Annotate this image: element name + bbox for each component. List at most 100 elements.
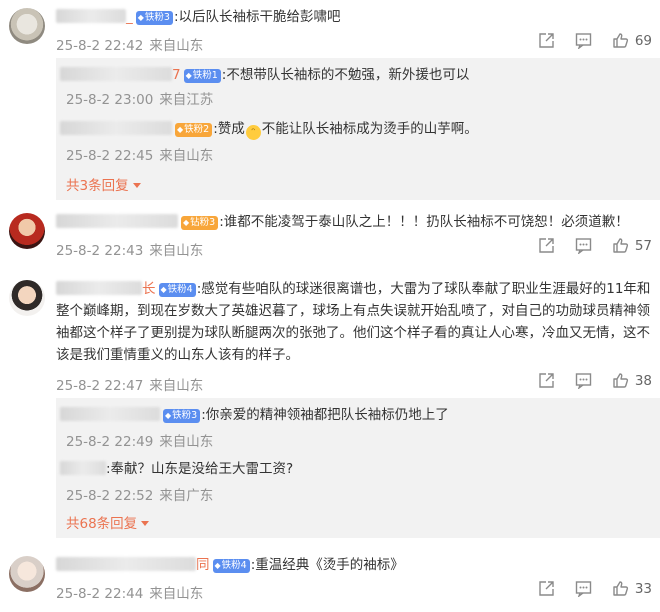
- comment-actions: 33: [518, 580, 652, 597]
- comment-button[interactable]: [575, 32, 592, 49]
- like-button[interactable]: 57: [612, 237, 652, 254]
- timestamp: 25-8-2 22:49: [66, 434, 154, 450]
- reply-meta: 25-8-2 23:00 来自江苏: [66, 88, 213, 108]
- avatar[interactable]: [9, 8, 45, 44]
- avatar[interactable]: [9, 556, 45, 592]
- fan-badge[interactable]: ◆铁粉2: [175, 123, 213, 137]
- username-redacted[interactable]: [56, 9, 126, 23]
- comment-header: ◆钻粉3:谁都不能凌驾于泰山队之上！！！扔队长袖标不可饶恕！必须道歉！: [56, 211, 629, 233]
- comment-item: ◆钻粉3:谁都不能凌驾于泰山队之上！！！扔队长袖标不可饶恕！必须道歉！ 25-8…: [0, 205, 660, 267]
- gem-icon: ◆: [183, 218, 190, 227]
- share-icon: [539, 238, 554, 253]
- comment-actions: 57: [518, 237, 652, 254]
- comment-header: _ ◆铁粉3:以后队长袖标干脆给彭啸吧: [56, 6, 341, 28]
- comment-button[interactable]: [575, 372, 592, 389]
- username-redacted[interactable]: [56, 214, 178, 228]
- reply-header: ◆铁粉3:你亲爱的精神领袖都把队长袖标仍地上了: [60, 404, 449, 426]
- chevron-down-icon: [132, 183, 141, 188]
- timestamp: 25-8-2 22:52: [66, 488, 154, 504]
- username-redacted[interactable]: [60, 407, 160, 421]
- reply-list: 7 ◆铁粉1:不想带队长袖标的不勉强，新外援也可以 25-8-2 23:00 来自江…: [56, 58, 660, 200]
- comment-button[interactable]: [575, 580, 592, 597]
- reply-header: ◆铁粉2:赞成 ᵔ 不能让队长袖标成为烫手的山芋啊。: [60, 118, 478, 140]
- username-redacted[interactable]: [60, 461, 106, 475]
- fan-badge[interactable]: ◆铁粉3: [163, 409, 201, 423]
- gem-icon: ◆: [214, 561, 221, 570]
- reply-meta: 25-8-2 22:52 来自广东: [66, 484, 213, 504]
- username-redacted[interactable]: [60, 121, 172, 135]
- reply-text: :奉献？山东是没给王大雷工资?: [106, 461, 294, 477]
- fan-badge[interactable]: ◆钻粉3: [181, 216, 219, 230]
- username-tail[interactable]: _: [126, 9, 133, 25]
- reply-meta: 25-8-2 22:49 来自山东: [66, 430, 213, 450]
- comment-icon: [575, 33, 592, 49]
- like-button[interactable]: 38: [612, 372, 652, 389]
- thumbs-up-icon: [613, 33, 628, 48]
- comment-text: :谁都不能凌驾于泰山队之上！！！扔队长袖标不可饶恕！必须道歉！: [219, 214, 629, 230]
- location: 来自山东: [159, 434, 214, 450]
- username-redacted[interactable]: [60, 67, 172, 81]
- fan-badge[interactable]: ◆铁粉3: [135, 11, 173, 25]
- comment-text: :以后队长袖标干脆给彭啸吧: [173, 9, 341, 25]
- like-count: 57: [634, 237, 652, 254]
- fan-badge[interactable]: ◆铁粉1: [183, 69, 221, 83]
- location: 来自山东: [149, 378, 204, 394]
- like-count: 33: [634, 580, 652, 597]
- location: 来自广东: [159, 488, 214, 504]
- timestamp: 25-8-2 22:47: [56, 378, 144, 394]
- reply-text-part: 不能让队长袖标成为烫手的山芋啊。: [261, 121, 478, 137]
- reply-list: ◆铁粉3:你亲爱的精神领袖都把队长袖标仍地上了 25-8-2 22:49 来自山东…: [56, 398, 660, 538]
- location: 来自山东: [149, 586, 204, 602]
- share-button[interactable]: [538, 32, 555, 49]
- username-redacted[interactable]: [56, 281, 142, 295]
- share-button[interactable]: [538, 372, 555, 389]
- share-button[interactable]: [538, 580, 555, 597]
- view-more-replies[interactable]: 共3条回复: [66, 174, 141, 194]
- like-button[interactable]: 33: [612, 580, 652, 597]
- fan-badge[interactable]: ◆铁粉4: [158, 283, 196, 297]
- comment-meta: 25-8-2 22:47 来自山东: [56, 374, 203, 394]
- comment-meta: 25-8-2 22:44 来自山东: [56, 582, 203, 602]
- comment-icon: [575, 238, 592, 254]
- comment-header: 同 ◆铁粉4:重温经典《烫手的袖标》: [56, 554, 404, 576]
- view-more-replies[interactable]: 共68条回复: [66, 512, 150, 532]
- username-tail[interactable]: 同: [196, 557, 210, 573]
- comment-text: :重温经典《烫手的袖标》: [250, 557, 404, 573]
- reply-text: :你亲爱的精神领袖都把队长袖标仍地上了: [201, 407, 449, 423]
- like-count: 69: [634, 32, 652, 49]
- comment-item: _ ◆铁粉3:以后队长袖标干脆给彭啸吧 25-8-2 22:42 来自山东 69 7…: [0, 0, 660, 205]
- username-redacted[interactable]: [56, 557, 196, 571]
- reply-text: :不想带队长袖标的不勉强，新外援也可以: [221, 67, 470, 83]
- location: 来自山东: [159, 148, 214, 164]
- thumbs-up-icon: [613, 581, 628, 596]
- comment-icon: [575, 373, 592, 389]
- username-tail[interactable]: 长: [142, 281, 156, 297]
- avatar[interactable]: [9, 213, 45, 249]
- like-count: 38: [634, 372, 652, 389]
- comment-button[interactable]: [575, 237, 592, 254]
- comment-meta: 25-8-2 22:43 来自山东: [56, 239, 203, 259]
- comment-body: 长 ◆铁粉4:感觉有些咱队的球迷很离谱也，大雷为了球队奉献了职业生涯最好的11年和…: [56, 278, 654, 366]
- timestamp: 25-8-2 23:00: [66, 92, 154, 108]
- share-icon: [539, 373, 554, 388]
- gem-icon: ◆: [137, 13, 144, 22]
- comment-text: :感觉有些咱队的球迷很离谱也，大雷为了球队奉献了职业生涯最好的11年和: [196, 281, 651, 297]
- reply-meta: 25-8-2 22:45 来自山东: [66, 144, 213, 164]
- comment-icon: [575, 581, 592, 597]
- comment-item: 长 ◆铁粉4:感觉有些咱队的球迷很离谱也，大雷为了球队奉献了职业生涯最好的11年和…: [0, 272, 660, 542]
- reply-header: :奉献？山东是没给王大雷工资?: [60, 458, 293, 480]
- like-button[interactable]: 69: [612, 32, 652, 49]
- location: 来自山东: [149, 243, 204, 259]
- fan-badge[interactable]: ◆铁粉4: [212, 559, 250, 573]
- timestamp: 25-8-2 22:44: [56, 586, 144, 602]
- share-button[interactable]: [538, 237, 555, 254]
- comment-meta: 25-8-2 22:42 来自山东: [56, 34, 203, 54]
- share-icon: [539, 581, 554, 596]
- avatar[interactable]: [9, 280, 45, 316]
- timestamp: 25-8-2 22:45: [66, 148, 154, 164]
- location: 来自山东: [149, 38, 204, 54]
- comment-actions: 69: [518, 32, 652, 49]
- share-icon: [539, 33, 554, 48]
- gem-icon: ◆: [160, 285, 167, 294]
- username-tail[interactable]: 7: [172, 67, 181, 83]
